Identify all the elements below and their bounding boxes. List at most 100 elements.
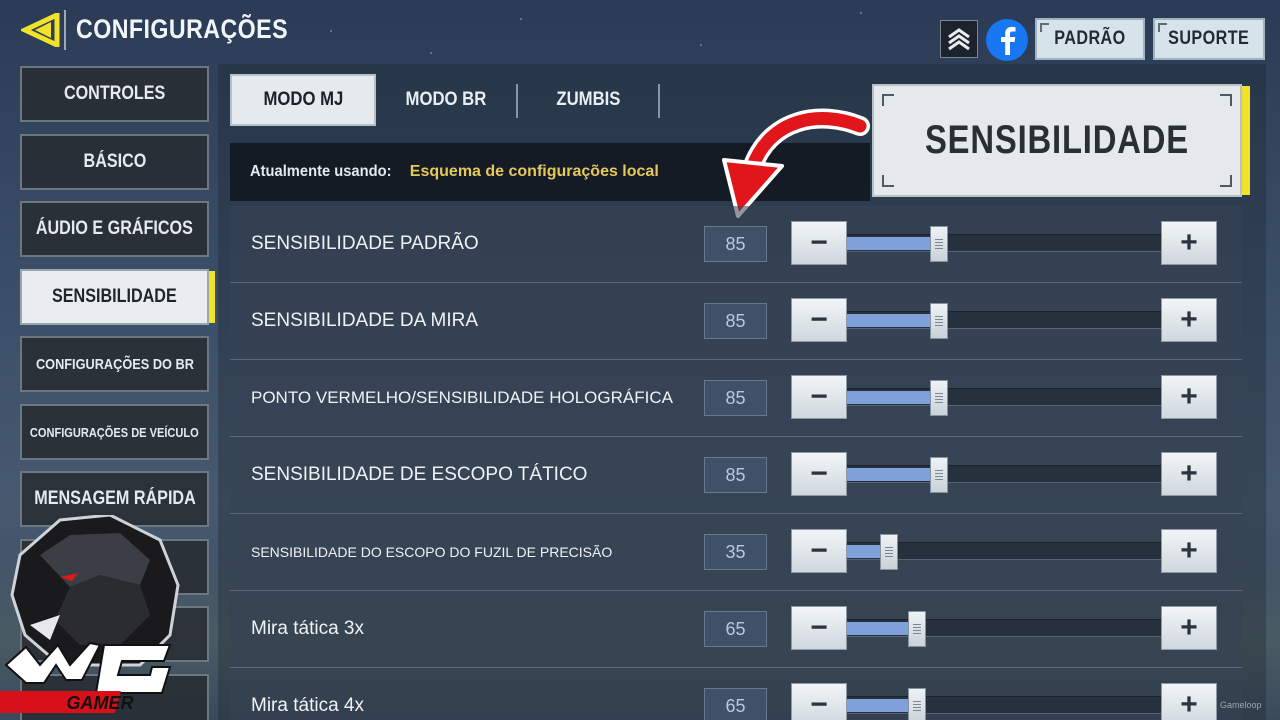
slider-thumb[interactable] bbox=[880, 534, 898, 570]
decrease-button[interactable]: − bbox=[791, 452, 847, 496]
support-button[interactable]: SUPORTE bbox=[1153, 18, 1265, 60]
settings-list: SENSIBILIDADE PADRÃO 85− + SENSIBILIDADE DA… bbox=[230, 206, 1242, 720]
sidebar-item-configuracoes-br[interactable]: CONFIGURAÇÕES DO BR bbox=[20, 336, 209, 392]
decrease-button[interactable]: − bbox=[791, 298, 847, 342]
setting-row: SENSIBILIDADE DO ESCOPO DO FUZIL DE PREC… bbox=[230, 514, 1242, 591]
tab-modo-br[interactable]: MODO BR bbox=[376, 74, 516, 126]
background-star bbox=[330, 30, 332, 32]
slider-thumb[interactable] bbox=[908, 688, 926, 720]
slider-track[interactable] bbox=[847, 457, 1161, 493]
setting-label: SENSIBILIDADE DE ESCOPO TÁTICO bbox=[251, 464, 588, 485]
corner-bracket bbox=[1220, 94, 1232, 106]
chevron-left-icon bbox=[21, 13, 60, 47]
decrease-button[interactable]: − bbox=[791, 529, 847, 573]
background-star bbox=[520, 18, 522, 20]
slider-thumb[interactable] bbox=[930, 380, 948, 416]
corner-bracket bbox=[882, 175, 894, 187]
setting-value[interactable]: 85 bbox=[704, 226, 767, 262]
corner-bracket bbox=[882, 94, 894, 106]
default-button-label: PADRÃO bbox=[1054, 28, 1126, 49]
support-button-label: SUPORTE bbox=[1168, 28, 1250, 49]
setting-value[interactable]: 85 bbox=[704, 380, 767, 416]
tab-label: ZUMBIS bbox=[555, 89, 621, 110]
tab-label: MODO MJ bbox=[263, 89, 343, 110]
decrease-button[interactable]: − bbox=[791, 221, 847, 265]
slider-fill bbox=[847, 391, 932, 404]
tab-zumbis[interactable]: ZUMBIS bbox=[518, 74, 658, 126]
sidebar-item-label: MENSAGEM RÁPIDA bbox=[33, 488, 196, 509]
slider-track[interactable] bbox=[847, 226, 1161, 262]
sidebar-item-label: BÁSICO bbox=[83, 151, 146, 172]
setting-row: Mira tática 3x 65− + bbox=[230, 591, 1242, 668]
sensibilidade-callout: SENSIBILIDADE bbox=[872, 84, 1250, 197]
setting-label: Mira tática 4x bbox=[251, 695, 364, 716]
setting-value[interactable]: 85 bbox=[704, 303, 767, 339]
tab-separator bbox=[658, 84, 660, 118]
sidebar-item-basico[interactable]: BÁSICO bbox=[20, 134, 209, 190]
increase-button[interactable]: + bbox=[1161, 683, 1217, 720]
slider-track[interactable] bbox=[847, 611, 1161, 647]
decrease-button[interactable]: − bbox=[791, 375, 847, 419]
default-button[interactable]: PADRÃO bbox=[1035, 18, 1145, 60]
increase-button[interactable]: + bbox=[1161, 606, 1217, 650]
sidebar-item-label: SENSIBILIDADE bbox=[52, 286, 177, 307]
setting-value[interactable]: 35 bbox=[704, 534, 767, 570]
page-title: CONFIGURAÇÕES bbox=[76, 14, 289, 44]
slider-thumb[interactable] bbox=[908, 611, 926, 647]
slider-fill bbox=[847, 468, 932, 481]
setting-label: SENSIBILIDADE DO ESCOPO DO FUZIL DE PREC… bbox=[251, 544, 613, 560]
corner-bracket bbox=[1220, 175, 1232, 187]
background-star bbox=[700, 44, 702, 46]
sidebar-item-audio-graficos[interactable]: ÁUDIO E GRÁFICOS bbox=[20, 201, 209, 257]
setting-value[interactable]: 65 bbox=[704, 611, 767, 647]
sidebar-item-label: CONFIGURAÇÕES DE VEÍCULO bbox=[30, 424, 199, 440]
setting-value[interactable]: 65 bbox=[704, 688, 767, 720]
sidebar-item-label: CONFIGURAÇÕES DO BR bbox=[35, 355, 194, 373]
setting-value[interactable]: 85 bbox=[704, 457, 767, 493]
slider-thumb[interactable] bbox=[930, 226, 948, 262]
sidebar-item-label: CONTROLES bbox=[63, 83, 166, 104]
slider-track[interactable] bbox=[847, 380, 1161, 416]
setting-row: SENSIBILIDADE PADRÃO 85− + bbox=[230, 206, 1242, 283]
rank-chevrons-icon[interactable] bbox=[940, 20, 978, 58]
increase-button[interactable]: + bbox=[1161, 298, 1217, 342]
setting-label: PONTO VERMELHO/SENSIBILIDADE HOLOGRÁFICA bbox=[251, 388, 673, 407]
background-star bbox=[860, 12, 862, 14]
setting-row: SENSIBILIDADE DE ESCOPO TÁTICO 85− + bbox=[230, 437, 1242, 514]
setting-row: Mira tática 4x 65− + bbox=[230, 668, 1242, 720]
slider-track[interactable] bbox=[847, 303, 1161, 339]
decrease-button[interactable]: − bbox=[791, 683, 847, 720]
slider-fill bbox=[847, 314, 932, 327]
scheme-label: Atualmente usando: bbox=[250, 163, 392, 180]
setting-label: Mira tática 3x bbox=[251, 618, 364, 639]
rank-chevrons-glyph bbox=[948, 28, 970, 51]
slider-track[interactable] bbox=[847, 534, 1161, 570]
svg-text:GAMER: GAMER bbox=[67, 693, 134, 713]
increase-button[interactable]: + bbox=[1161, 529, 1217, 573]
gameloop-watermark: Gameloop bbox=[1220, 700, 1262, 710]
facebook-glyph bbox=[1001, 26, 1016, 55]
facebook-icon[interactable] bbox=[986, 19, 1028, 61]
sidebar-item-sensibilidade[interactable]: SENSIBILIDADE bbox=[20, 269, 215, 325]
increase-button[interactable]: + bbox=[1161, 452, 1217, 496]
slider-thumb[interactable] bbox=[930, 457, 948, 493]
slider-track[interactable] bbox=[847, 688, 1161, 720]
back-button[interactable] bbox=[18, 10, 64, 50]
wg-gamer-logo: GAMER bbox=[0, 515, 180, 713]
scheme-value: Esquema de configurações local bbox=[409, 163, 659, 180]
callout-title: SENSIBILIDADE bbox=[925, 118, 1189, 162]
decrease-button[interactable]: − bbox=[791, 606, 847, 650]
sidebar-item-controles[interactable]: CONTROLES bbox=[20, 66, 209, 122]
sidebar-item-configuracoes-veiculo[interactable]: CONFIGURAÇÕES DE VEÍCULO bbox=[20, 404, 209, 460]
increase-button[interactable]: + bbox=[1161, 375, 1217, 419]
setting-row: PONTO VERMELHO/SENSIBILIDADE HOLOGRÁFICA… bbox=[230, 360, 1242, 437]
increase-button[interactable]: + bbox=[1161, 221, 1217, 265]
tab-modo-mj[interactable]: MODO MJ bbox=[230, 74, 376, 126]
sidebar-item-label: ÁUDIO E GRÁFICOS bbox=[35, 218, 194, 239]
slider-fill bbox=[847, 237, 932, 250]
header-divider bbox=[64, 10, 66, 50]
slider-thumb[interactable] bbox=[930, 303, 948, 339]
tab-label: MODO BR bbox=[405, 89, 487, 110]
setting-label: SENSIBILIDADE DA MIRA bbox=[251, 310, 479, 331]
background-star bbox=[430, 52, 432, 54]
